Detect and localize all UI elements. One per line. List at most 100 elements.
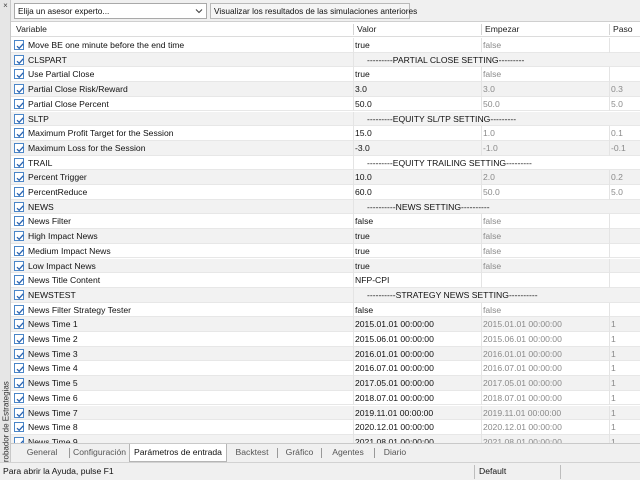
start-cell[interactable]: 2017.05.01 00:00:00 [483,376,609,390]
value-cell[interactable]: 2018.07.01 00:00:00 [355,391,481,405]
start-cell[interactable]: 2020.12.01 00:00:00 [483,420,609,434]
value-cell[interactable]: false [355,303,481,317]
value-cell[interactable]: 2017.05.01 00:00:00 [355,376,481,390]
start-cell[interactable]: false [483,38,609,52]
step-cell[interactable]: 1 [611,391,640,405]
expert-advisor-select[interactable]: Elija un asesor experto... [14,3,207,19]
table-row[interactable]: Low Impact News true false [11,258,640,274]
column-header-value[interactable]: Valor [357,22,376,37]
value-cell[interactable]: true [355,229,481,243]
row-checkbox[interactable] [14,113,24,124]
close-icon[interactable]: × [1,1,10,10]
start-cell[interactable]: 2015.06.01 00:00:00 [483,332,609,346]
column-divider[interactable] [481,24,482,35]
value-cell[interactable]: NFP-CPI [355,273,481,287]
tab-agentes[interactable]: Agentes [324,444,372,462]
table-row[interactable]: News Time 5 2017.05.01 00:00:00 2017.05.01… [11,376,640,391]
table-row[interactable]: Partial Close Percent 50.0 50.0 5.0 [11,96,640,112]
value-cell[interactable]: 2016.07.01 00:00:00 [355,361,481,375]
row-checkbox[interactable] [14,142,24,153]
table-row[interactable]: News Filter false false [11,214,640,230]
value-cell[interactable]: 2015.01.01 00:00:00 [355,317,481,331]
start-cell[interactable]: 2.0 [483,170,609,184]
value-cell[interactable]: 50.0 [355,97,481,111]
row-checkbox[interactable] [14,422,24,433]
table-row[interactable]: Move BE one minute before the end time tr… [11,38,640,53]
column-header-start[interactable]: Empezar [485,22,519,37]
step-cell[interactable]: 1 [611,361,640,375]
row-checkbox[interactable] [14,378,24,389]
start-cell[interactable]: 2021.08.01 00:00:00 [483,435,609,443]
start-cell[interactable]: 2016.01.01 00:00:00 [483,347,609,361]
row-checkbox[interactable] [14,275,24,286]
step-cell[interactable]: 0.3 [611,82,640,96]
table-row[interactable]: News Filter Strategy Tester false false [11,302,640,318]
step-cell[interactable]: 1 [611,420,640,434]
value-cell[interactable]: 15.0 [355,126,481,140]
row-checkbox[interactable] [14,319,24,330]
row-checkbox[interactable] [14,54,24,65]
value-cell[interactable]: 2019.11.01 00:00:00 [355,406,481,420]
start-cell[interactable]: 1.0 [483,126,609,140]
column-divider[interactable] [609,24,610,35]
table-row[interactable]: Use Partial Close true false [11,67,640,83]
start-cell[interactable]: -1.0 [483,141,609,155]
value-cell[interactable]: true [355,244,481,258]
step-cell[interactable]: 1 [611,317,640,331]
tab-configuración[interactable]: Configuración [73,444,126,462]
row-checkbox[interactable] [14,407,24,418]
tab-diario[interactable]: Diario [377,444,413,462]
start-cell[interactable]: false [483,303,609,317]
column-header-step[interactable]: Paso [613,22,633,37]
table-row[interactable]: News Time 2 2015.06.01 00:00:00 2015.06.01… [11,332,640,347]
column-header-variable[interactable]: Variable [16,22,47,37]
table-row[interactable]: NEWS ----------NEWS SETTING---------- [11,199,640,215]
start-cell[interactable]: false [483,229,609,243]
start-cell[interactable]: 50.0 [483,97,609,111]
table-row[interactable]: News Time 1 2015.01.01 00:00:00 2015.01.01… [11,317,640,332]
step-cell[interactable]: 0.2 [611,170,640,184]
table-row[interactable]: Maximum Loss for the Session -3.0 -1.0 -0.1 [11,140,640,156]
row-checkbox[interactable] [14,98,24,109]
row-checkbox[interactable] [14,128,24,139]
row-checkbox[interactable] [14,172,24,183]
value-cell[interactable]: false [355,214,481,228]
row-checkbox[interactable] [14,40,24,50]
column-divider[interactable] [353,24,354,35]
table-row[interactable]: Percent Trigger 10.0 2.0 0.2 [11,170,640,185]
table-row[interactable]: News Time 4 2016.07.01 00:00:00 2016.07.01… [11,361,640,377]
start-cell[interactable]: false [483,67,609,81]
start-cell[interactable]: 50.0 [483,185,609,199]
step-cell[interactable]: 5.0 [611,97,640,111]
row-checkbox[interactable] [14,245,24,256]
value-cell[interactable]: 2016.01.01 00:00:00 [355,347,481,361]
start-cell[interactable]: 3.0 [483,82,609,96]
table-row[interactable]: PercentReduce 60.0 50.0 5.0 [11,185,640,200]
tab-parámetros-de-entrada[interactable]: Parámetros de entrada [129,444,227,462]
row-checkbox[interactable] [14,84,24,95]
value-cell[interactable]: true [355,259,481,273]
value-cell[interactable]: -3.0 [355,141,481,155]
start-cell[interactable]: 2019.11.01 00:00:00 [483,406,609,420]
row-checkbox[interactable] [14,363,24,374]
table-row[interactable]: TRAIL ---------EQUITY TRAILING SETTING---… [11,155,640,171]
start-cell[interactable]: false [483,259,609,273]
table-row[interactable]: News Time 6 2018.07.01 00:00:00 2018.07.01… [11,390,640,406]
step-cell[interactable]: 5.0 [611,185,640,199]
row-checkbox[interactable] [14,216,24,227]
step-cell[interactable]: -0.1 [611,141,640,155]
table-row[interactable]: CLSPART ---------PARTIAL CLOSE SETTING---… [11,52,640,68]
row-checkbox[interactable] [14,157,24,168]
step-cell[interactable]: 0.1 [611,126,640,140]
row-checkbox[interactable] [14,334,24,344]
value-cell[interactable]: 2020.12.01 00:00:00 [355,420,481,434]
row-checkbox[interactable] [14,231,24,242]
table-row[interactable]: Partial Close Risk/Reward 3.0 3.0 0.3 [11,82,640,97]
start-cell[interactable]: false [483,244,609,258]
value-cell[interactable]: 2021.08.01 00:00:00 [355,435,481,443]
row-checkbox[interactable] [14,304,24,315]
step-cell[interactable]: 1 [611,332,640,346]
previous-results-button[interactable]: Visualizar los resultados de las simulac… [210,3,417,19]
table-row[interactable]: News Time 7 2019.11.01 00:00:00 2019.11.01… [11,405,640,421]
step-cell[interactable]: 1 [611,347,640,361]
